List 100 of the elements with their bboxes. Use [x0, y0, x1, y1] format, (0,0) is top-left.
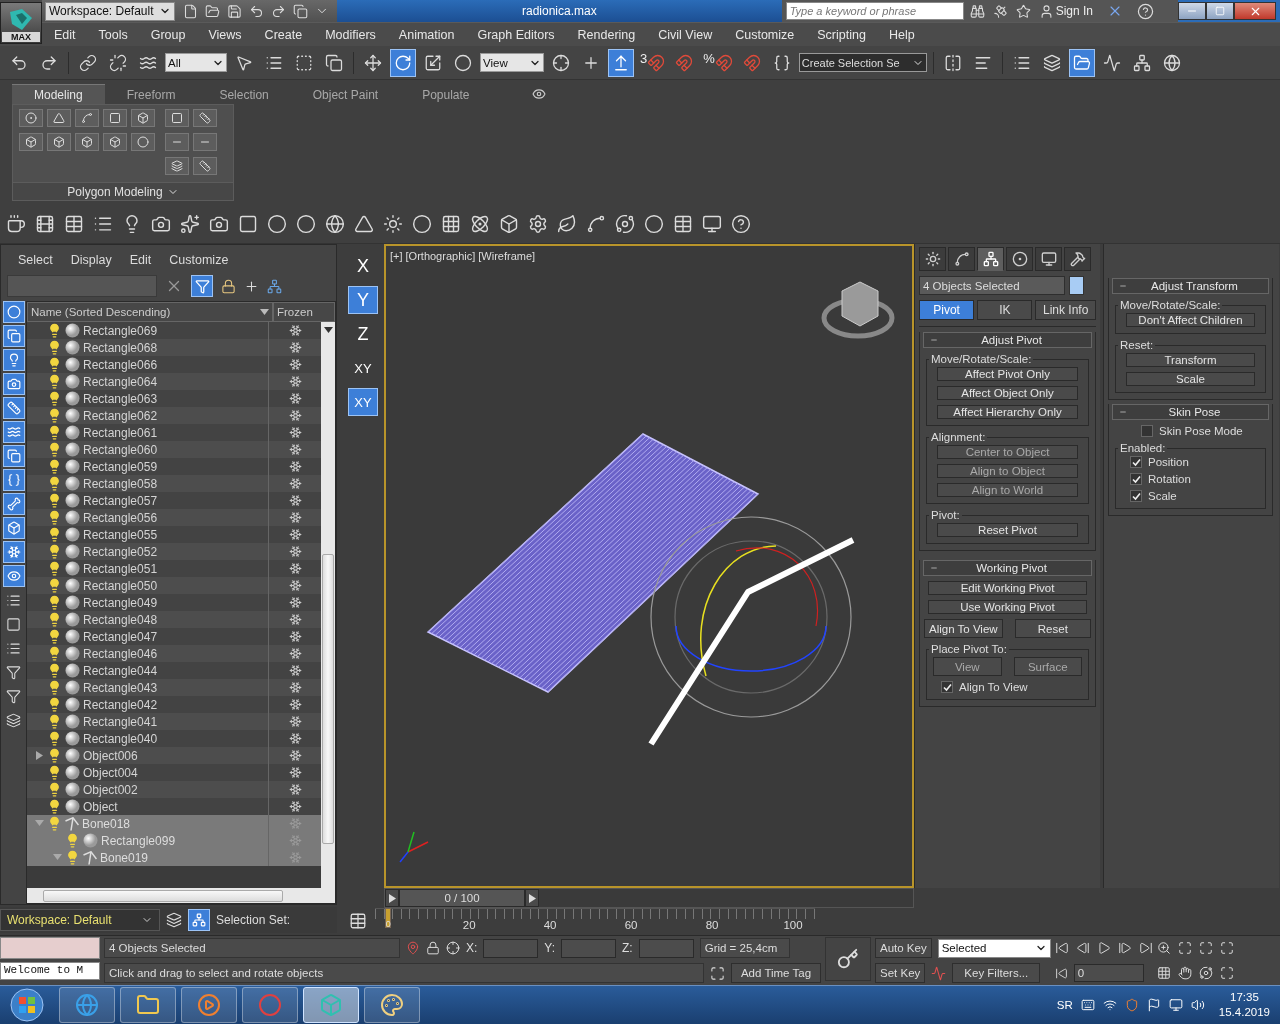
rollout-header[interactable]: Adjust Transform	[1112, 278, 1269, 294]
ribbon-tab[interactable]: Populate	[400, 84, 492, 104]
tree-row[interactable]: Rectangle064	[27, 373, 321, 390]
tree-row[interactable]: Object002	[27, 781, 321, 798]
language-indicator[interactable]: SR	[1056, 999, 1073, 1011]
auto-key-button[interactable]: Auto Key	[875, 938, 932, 958]
search-field[interactable]: Type a keyword or phrase	[785, 2, 964, 20]
menu-item[interactable]: Graph Editors	[465, 27, 566, 42]
workspace-dropdown[interactable]: Workspace: Default	[0, 909, 160, 931]
panel-button[interactable]: Affect Hierarchy Only	[937, 405, 1078, 419]
tree-row[interactable]: Rectangle056	[27, 509, 321, 526]
explorer-menu-item[interactable]: Edit	[120, 253, 161, 267]
axis-constraint-button[interactable]: Z	[348, 320, 378, 348]
viewport-menu-label[interactable]: [Wireframe]	[478, 250, 536, 262]
app-menu-button[interactable]: MAX	[0, 2, 42, 44]
workspace-dropdown[interactable]: Workspace: Default	[45, 1, 175, 21]
frame-field[interactable]: 0	[1073, 964, 1144, 982]
menu-item[interactable]: Animation	[386, 27, 466, 42]
menu-item[interactable]: Group	[138, 27, 197, 42]
panel-button[interactable]: Transform	[1126, 353, 1255, 367]
column-header[interactable]: Frozen	[273, 302, 335, 322]
rollout-header[interactable]: Working Pivot	[923, 560, 1092, 576]
add-time-tag-button[interactable]: Add Time Tag	[731, 963, 821, 983]
tree-row[interactable]: Rectangle048	[27, 611, 321, 628]
tree-row[interactable]: Object004	[27, 764, 321, 781]
script-output-field[interactable]: Welcome to M	[0, 962, 100, 980]
tree-row[interactable]: Rectangle063	[27, 390, 321, 407]
key-filters-button[interactable]: Key Filters...	[952, 963, 1041, 983]
tree-row[interactable]: Rectangle060	[27, 441, 321, 458]
toolbar-dropdown[interactable]: View	[480, 53, 544, 72]
panel-button[interactable]: Edit Working Pivot	[928, 581, 1087, 595]
ribbon-tab[interactable]: Freeform	[104, 84, 198, 104]
axis-constraint-button[interactable]: XY	[348, 388, 378, 416]
menu-item[interactable]: Civil View	[646, 27, 724, 42]
explorer-menu-item[interactable]: Select	[9, 253, 62, 267]
menu-item[interactable]: Edit	[42, 27, 87, 42]
tree-row[interactable]: Object	[27, 798, 321, 815]
tree-row[interactable]: Rectangle041	[27, 713, 321, 730]
ribbon-tab[interactable]: Selection	[197, 84, 291, 104]
mode-button[interactable]: Link Info	[1035, 300, 1096, 320]
menu-item[interactable]: Rendering	[565, 27, 647, 42]
menu-item[interactable]: Customize	[723, 27, 806, 42]
tree-row[interactable]: Rectangle061	[27, 424, 321, 441]
panel-button[interactable]: Don't Affect Children	[1126, 313, 1255, 327]
tree-row[interactable]: Rectangle059	[27, 458, 321, 475]
sign-in-link[interactable]: Sign In	[1055, 4, 1093, 18]
tree-row[interactable]: Rectangle049	[27, 594, 321, 611]
tree-row[interactable]: Rectangle051	[27, 560, 321, 577]
tree-row[interactable]: Rectangle057	[27, 492, 321, 509]
menu-item[interactable]: Scripting	[805, 27, 877, 42]
panel-button[interactable]: Reset	[1014, 619, 1091, 638]
panel-button[interactable]: Reset Pivot	[937, 523, 1078, 537]
column-header[interactable]: Name (Sorted Descending)	[27, 302, 273, 322]
explorer-menu-item[interactable]: Display	[61, 253, 121, 267]
panel-button[interactable]: Scale	[1126, 372, 1255, 386]
menu-item[interactable]: Modifiers	[313, 27, 387, 42]
mode-button[interactable]: Pivot	[919, 300, 975, 320]
tree-row[interactable]: Rectangle058	[27, 475, 321, 492]
set-key-button[interactable]: Set Key	[875, 963, 926, 983]
panel-button[interactable]: Align To View	[924, 619, 1003, 638]
viewport[interactable]: [+] [Orthographic] [Wireframe]	[384, 244, 914, 888]
tree-row[interactable]: Object006	[27, 747, 321, 764]
panel-button[interactable]: Affect Pivot Only	[937, 367, 1078, 381]
panel-title-bar[interactable]: Polygon Modeling	[13, 182, 233, 200]
tree-row[interactable]: Rectangle043	[27, 679, 321, 696]
clock-date[interactable]: 15.4.2019	[1218, 1005, 1270, 1020]
object-name-field[interactable]: 4 Objects Selected	[919, 276, 1065, 295]
toolbar-dropdown[interactable]: All	[165, 53, 227, 72]
tree-row[interactable]: Rectangle052	[27, 543, 321, 560]
clock-time[interactable]: 17:35	[1230, 990, 1259, 1005]
viewport-menu-label[interactable]: [Orthographic]	[405, 250, 476, 262]
tree-row[interactable]: Rectangle044	[27, 662, 321, 679]
rollout-header[interactable]: Adjust Pivot	[923, 332, 1092, 348]
mode-button[interactable]: IK	[977, 300, 1033, 320]
panel-button[interactable]: Affect Object Only	[937, 386, 1078, 400]
viewport-menu-label[interactable]: [+]	[390, 250, 403, 262]
explorer-menu-item[interactable]: Customize	[160, 253, 238, 267]
tree-row[interactable]: Rectangle050	[27, 577, 321, 594]
tree-row[interactable]: Rectangle046	[27, 645, 321, 662]
ribbon-tab[interactable]: Modeling	[12, 84, 105, 104]
menu-item[interactable]: Tools	[86, 27, 139, 42]
menu-item[interactable]: Help	[876, 27, 926, 42]
rollout-header[interactable]: Skin Pose	[1112, 404, 1269, 420]
panel-button[interactable]: Use Working Pivot	[928, 600, 1087, 614]
tree-row[interactable]: Rectangle066	[27, 356, 321, 373]
menu-item[interactable]: Create	[252, 27, 314, 42]
axis-constraint-button[interactable]: X	[348, 252, 378, 280]
tree-row[interactable]: Rectangle068	[27, 339, 321, 356]
axis-constraint-button[interactable]: XY	[348, 354, 378, 382]
tree-row[interactable]: Rectangle069	[27, 322, 321, 339]
axis-constraint-button[interactable]: Y	[348, 286, 378, 314]
tree-row[interactable]: Rectangle062	[27, 407, 321, 424]
ribbon-tab[interactable]: Object Paint	[290, 84, 401, 104]
tree-row[interactable]: Rectangle042	[27, 696, 321, 713]
selection-set-dropdown[interactable]: Create Selection Se	[798, 53, 927, 72]
key-mode-dropdown[interactable]: Selected	[937, 938, 1051, 958]
tree-row[interactable]: Rectangle055	[27, 526, 321, 543]
menu-item[interactable]: Views	[196, 27, 253, 42]
tree-row[interactable]: Rectangle040	[27, 730, 321, 747]
tree-row[interactable]: Rectangle047	[27, 628, 321, 645]
